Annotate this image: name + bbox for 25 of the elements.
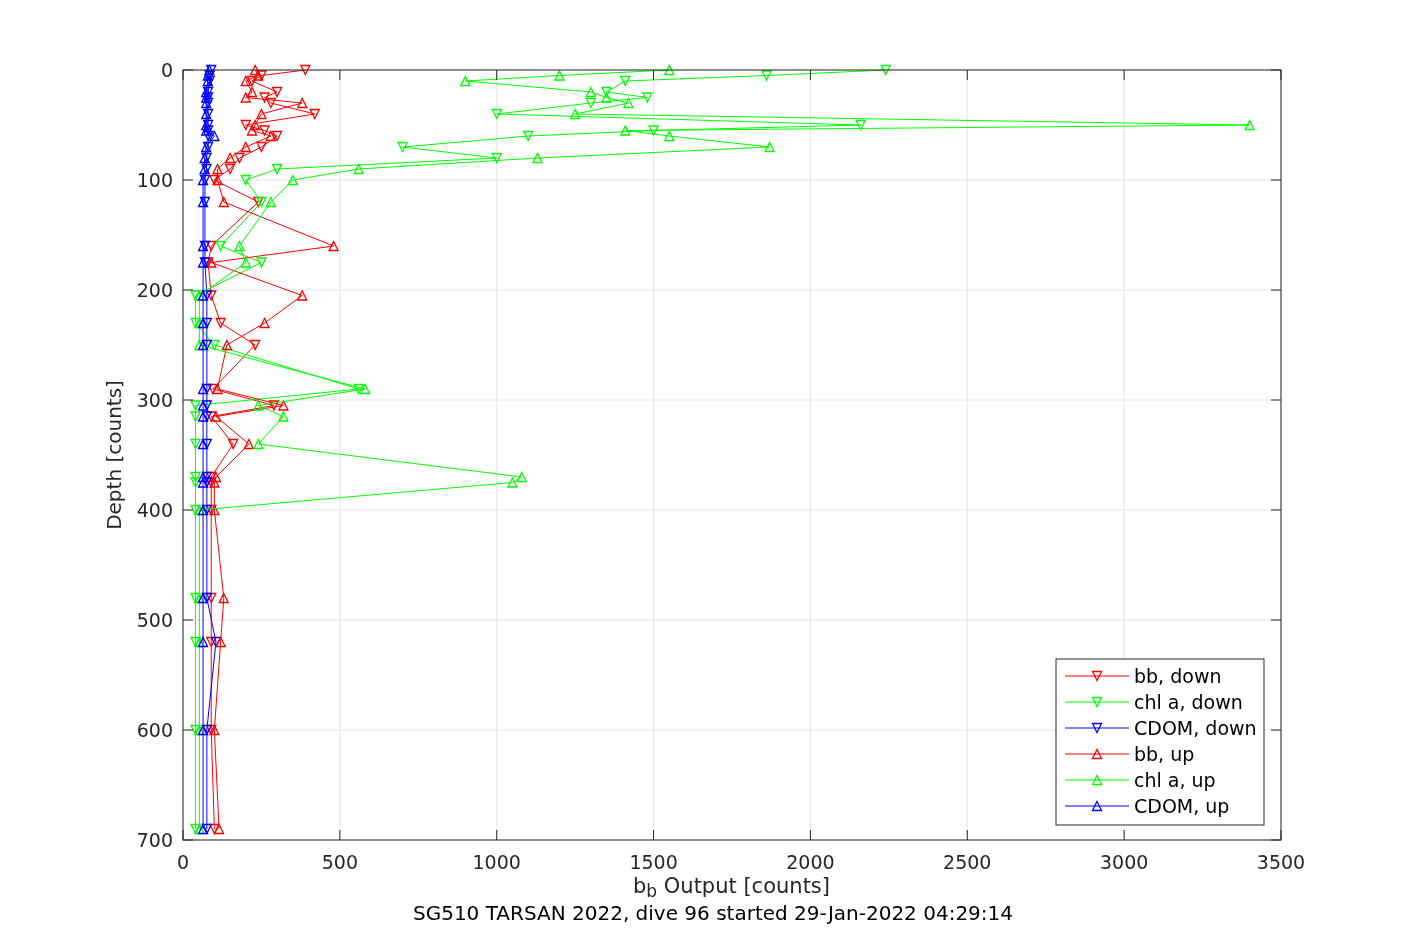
tick-label: 200 xyxy=(136,279,173,301)
legend-label: chl a, down xyxy=(1134,691,1243,713)
tick-label: 2000 xyxy=(786,851,835,873)
tick-label: 500 xyxy=(321,851,358,873)
chart-title: SG510 TARSAN 2022, dive 96 started 29-Jan-2022 04:29:14 xyxy=(412,903,1014,923)
legend-label: bb, down xyxy=(1134,665,1222,687)
tick-label: 500 xyxy=(136,609,173,631)
tick-label: 3000 xyxy=(1099,851,1149,873)
tick-label: 1500 xyxy=(629,851,678,873)
tick-label: 400 xyxy=(136,499,173,521)
axis-title: Depth [counts] xyxy=(102,380,126,530)
tick-label: 100 xyxy=(136,169,173,191)
legend-label: chl a, up xyxy=(1134,769,1216,791)
tick-label: 300 xyxy=(136,389,173,411)
tick-label: 2500 xyxy=(943,851,992,873)
legend-label: bb, up xyxy=(1134,743,1195,765)
legend-label: CDOM, up xyxy=(1134,795,1230,817)
tick-label: 0 xyxy=(160,59,173,81)
tick-label: 1000 xyxy=(472,851,521,873)
tick-label: 700 xyxy=(136,829,173,851)
legend-label: CDOM, down xyxy=(1134,717,1257,739)
axis-title: b$_{b}$ Output [counts] xyxy=(633,876,830,897)
tick-label: 600 xyxy=(136,719,173,741)
tick-label: 0 xyxy=(176,851,190,873)
tick-label: 3500 xyxy=(1256,851,1306,873)
